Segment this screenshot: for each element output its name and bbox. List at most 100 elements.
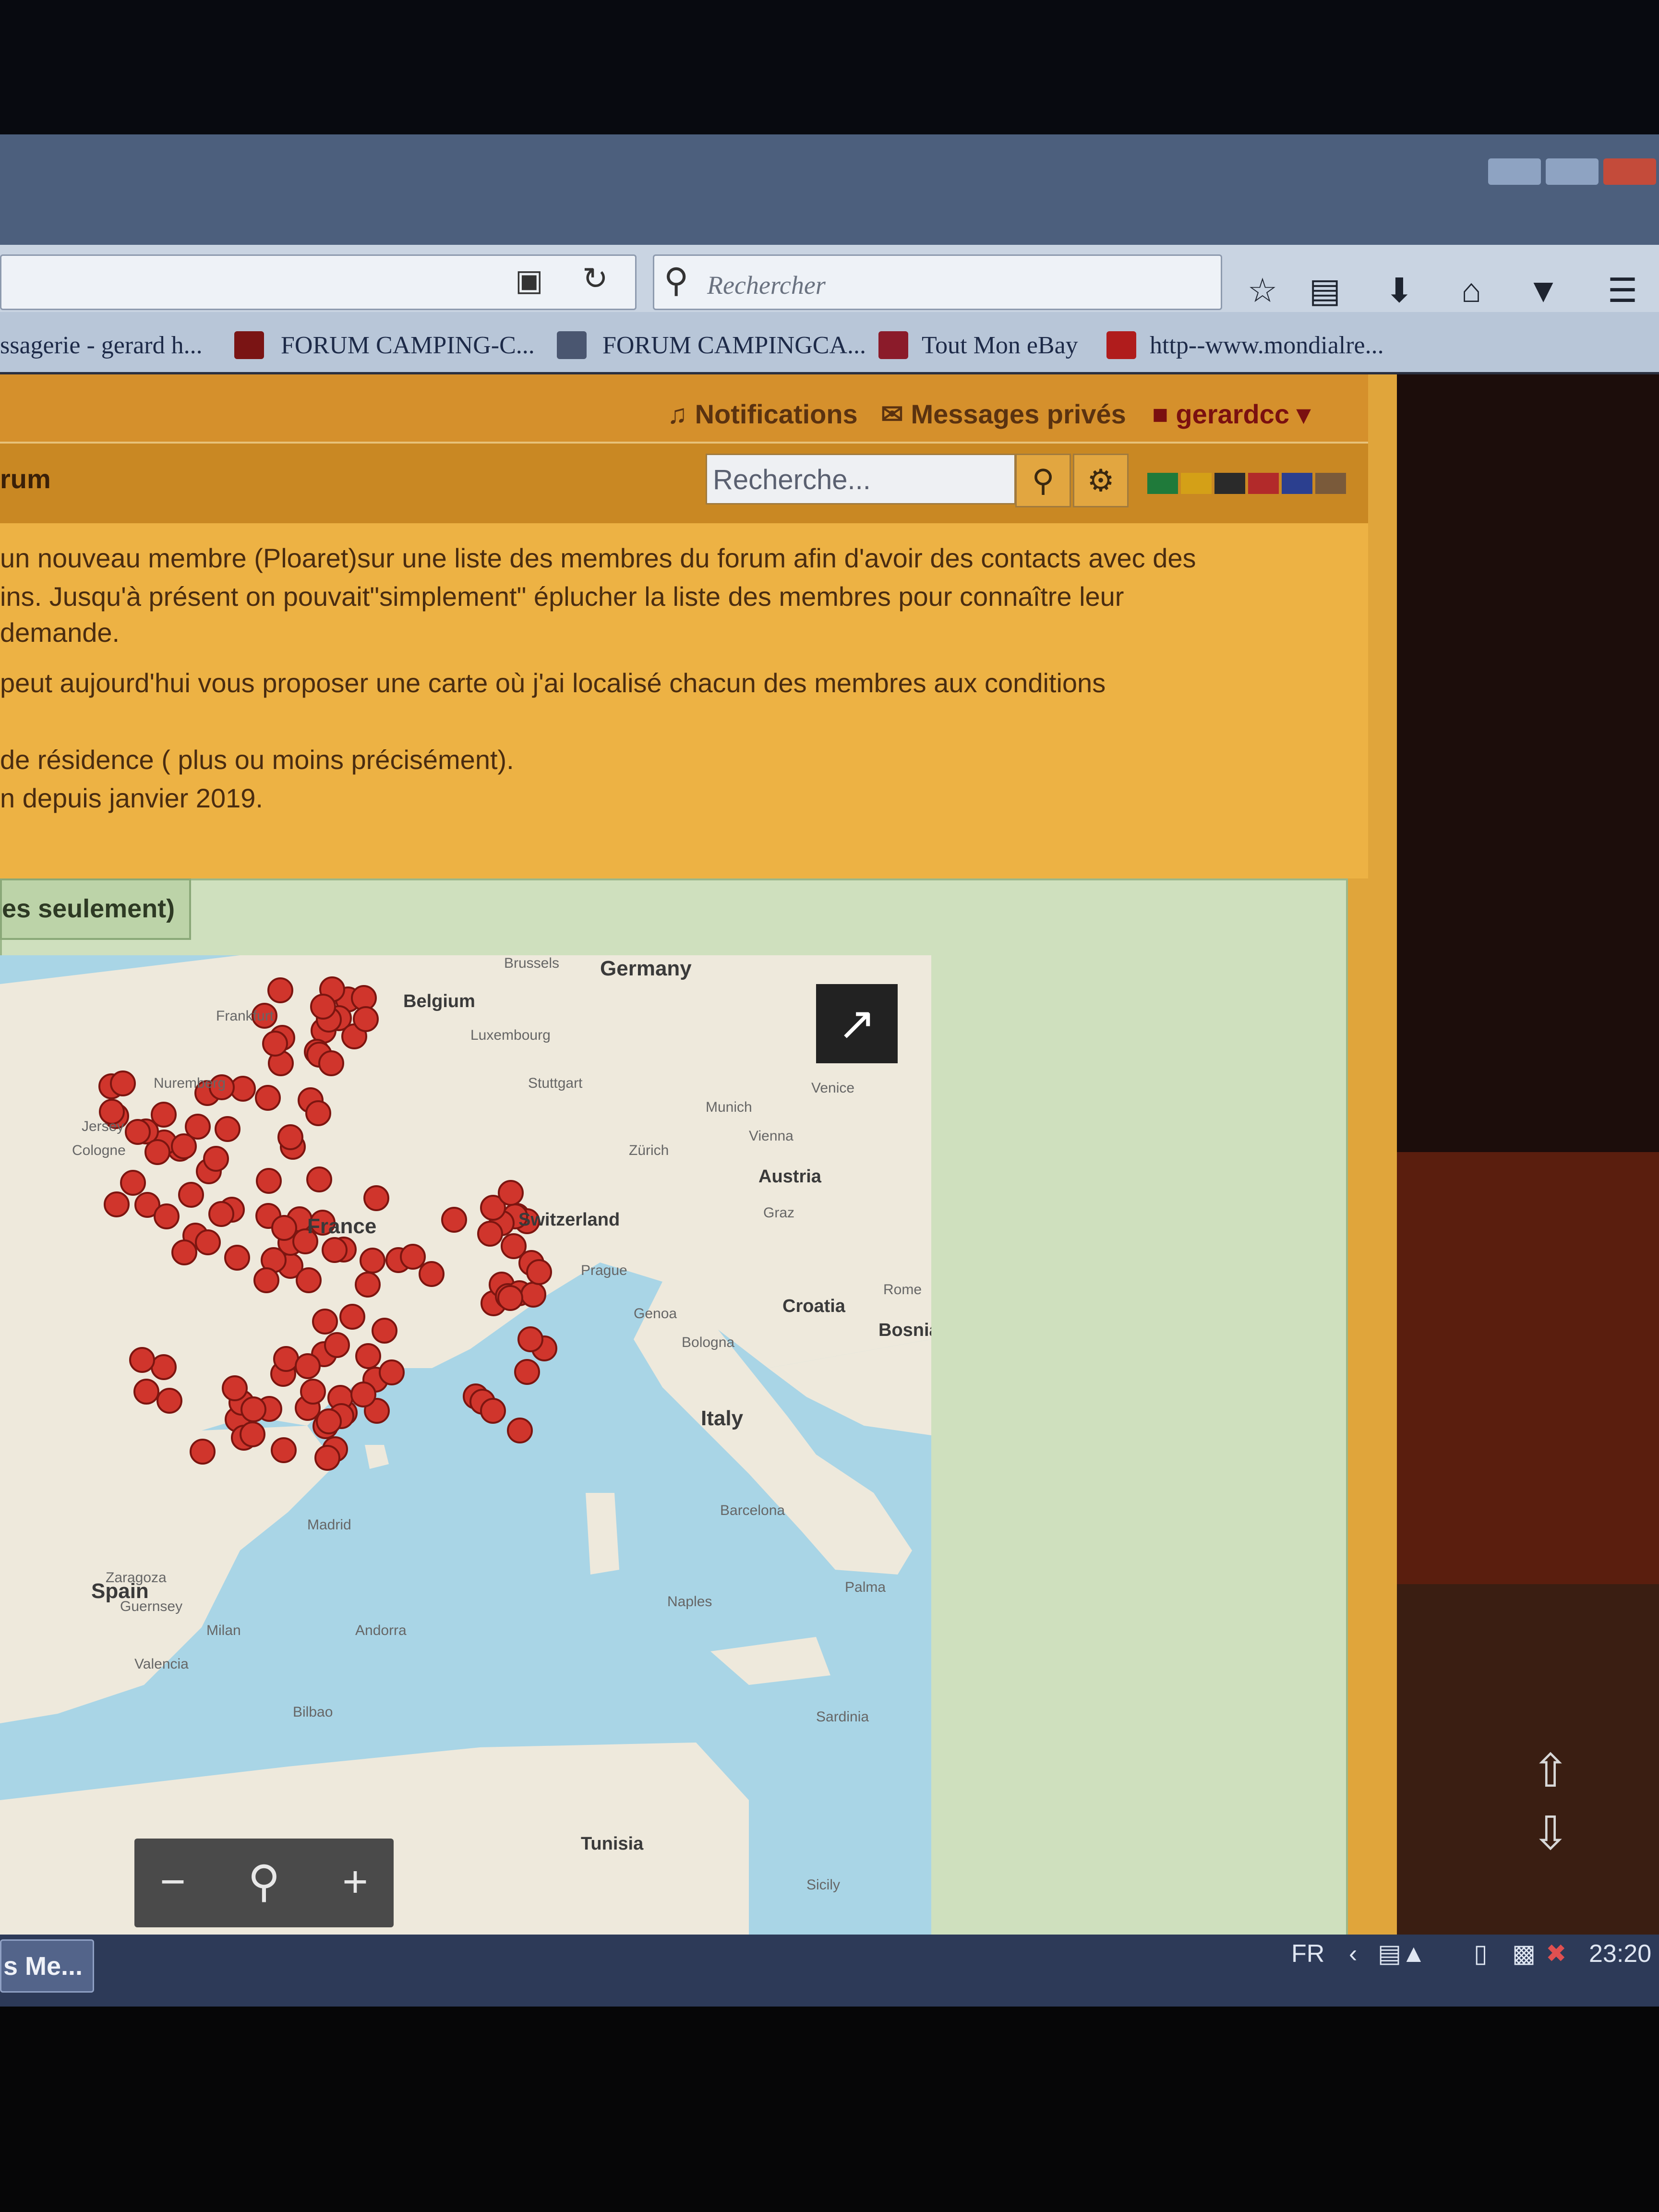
volume-muted-icon[interactable]: ✖ [1546,1939,1567,1968]
member-marker[interactable] [300,1379,326,1405]
member-marker[interactable] [190,1439,216,1465]
member-marker[interactable] [240,1396,266,1422]
flag-germany-icon[interactable] [1214,473,1245,494]
member-marker[interactable] [271,1215,297,1241]
member-marker[interactable] [262,1031,288,1057]
member-marker[interactable] [355,1343,381,1369]
member-marker[interactable] [110,1070,136,1096]
flag-portugal-icon[interactable] [1147,473,1178,494]
member-marker[interactable] [208,1201,234,1227]
member-marker[interactable] [526,1259,552,1285]
member-marker[interactable] [222,1375,248,1401]
minimize-button[interactable] [1488,158,1541,185]
bookmark-item[interactable]: http--www.mondialre... [1150,331,1384,360]
member-marker[interactable] [133,1379,159,1405]
member-marker[interactable] [171,1239,197,1265]
member-marker[interactable] [355,1272,381,1298]
browser-search-bar[interactable]: ⚲ Rechercher [653,254,1222,310]
advanced-search-gear-icon[interactable]: ⚙ [1073,454,1129,507]
member-marker[interactable] [316,1408,342,1434]
member-marker[interactable] [156,1388,182,1414]
member-marker[interactable] [314,1445,340,1471]
member-marker[interactable] [339,1304,365,1330]
member-marker[interactable] [360,1248,385,1274]
tray-expand-icon[interactable]: ‹ [1349,1939,1357,1968]
member-marker[interactable] [419,1261,445,1287]
zoom-in-icon[interactable]: + [326,1853,384,1911]
member-marker[interactable] [255,1085,281,1111]
maximize-button[interactable] [1546,158,1599,185]
member-marker[interactable] [310,994,336,1020]
flag-france-icon[interactable] [1282,473,1312,494]
member-marker[interactable] [178,1182,204,1208]
member-marker[interactable] [480,1398,506,1424]
member-marker[interactable] [498,1180,524,1206]
downloads-icon[interactable]: ⬇ [1378,269,1421,312]
scroll-down-icon[interactable]: ⇩ [1522,1805,1579,1863]
member-marker[interactable] [203,1146,229,1172]
member-marker[interactable] [253,1267,279,1293]
member-marker[interactable] [312,1309,338,1334]
zoom-out-icon[interactable]: − [144,1853,202,1911]
bookmarks-list-icon[interactable]: ▤ [1303,269,1346,312]
flag-netherlands-icon[interactable] [1248,473,1279,494]
network-icon[interactable]: ▩ [1512,1939,1536,1968]
member-marker[interactable] [517,1326,543,1352]
member-marker[interactable] [318,1050,344,1076]
member-marker[interactable] [144,1139,170,1165]
url-bar[interactable]: ▣ ↻ [0,254,637,310]
member-marker[interactable] [353,1006,379,1032]
notifications-link[interactable]: ♫ Notifications [667,398,858,430]
home-icon[interactable]: ⌂ [1450,269,1493,312]
battery-icon[interactable]: ▯ [1474,1939,1488,1968]
forum-search-input[interactable]: Recherche... [706,454,1016,505]
member-marker[interactable] [256,1168,282,1194]
member-marker[interactable] [240,1421,265,1447]
private-messages-link[interactable]: ✉ Messages privés [881,398,1126,430]
member-marker[interactable] [296,1267,322,1293]
member-marker[interactable] [497,1285,523,1311]
tray-icons[interactable]: ▤▲ [1378,1939,1426,1968]
member-marker[interactable] [520,1282,546,1308]
member-marker[interactable] [305,1100,331,1126]
reader-view-icon[interactable]: ▣ [515,263,543,298]
flag-spain-icon[interactable] [1181,473,1212,494]
member-marker[interactable] [514,1359,540,1385]
member-marker[interactable] [322,1237,348,1263]
member-marker[interactable] [507,1418,533,1443]
member-marker[interactable] [372,1318,397,1344]
member-marker[interactable] [477,1221,503,1247]
bookmark-item[interactable]: FORUM CAMPINGCA... [602,331,866,360]
map-fullscreen-icon[interactable]: ↗ [816,984,898,1063]
spoiler-toggle[interactable]: es seulement) [0,878,191,940]
flag-uk-icon[interactable] [1315,473,1346,494]
member-marker[interactable] [104,1191,130,1217]
members-map[interactable]: Germany Belgium France Switzerland Austr… [0,955,931,1935]
bookmark-item[interactable]: Tout Mon eBay [922,331,1078,360]
reload-icon[interactable]: ↻ [582,261,608,297]
member-marker[interactable] [324,1332,350,1358]
member-marker[interactable] [306,1166,332,1192]
member-marker[interactable] [267,977,293,1003]
member-marker[interactable] [125,1119,151,1145]
member-marker[interactable] [295,1353,321,1379]
member-marker[interactable] [363,1185,389,1211]
member-marker[interactable] [350,1382,376,1407]
member-marker[interactable] [120,1170,146,1196]
language-indicator[interactable]: FR [1291,1939,1324,1968]
zoom-reset-icon[interactable]: ⚲ [235,1853,293,1911]
bookmark-item[interactable]: ssagerie - gerard h... [0,331,203,360]
member-marker[interactable] [154,1203,180,1229]
member-marker[interactable] [441,1207,467,1233]
member-marker[interactable] [195,1229,221,1255]
member-marker[interactable] [224,1245,250,1271]
bookmark-item[interactable]: FORUM CAMPING-C... [281,331,535,360]
close-button[interactable] [1603,158,1656,185]
member-marker[interactable] [379,1359,405,1385]
member-marker[interactable] [271,1437,297,1463]
taskbar-app-button[interactable]: s Me... [0,1939,94,1993]
member-marker[interactable] [171,1133,197,1159]
pocket-icon[interactable]: ▼ [1522,269,1565,312]
user-menu[interactable]: ■ gerardcc ▾ [1152,398,1310,430]
member-marker[interactable] [129,1347,155,1373]
